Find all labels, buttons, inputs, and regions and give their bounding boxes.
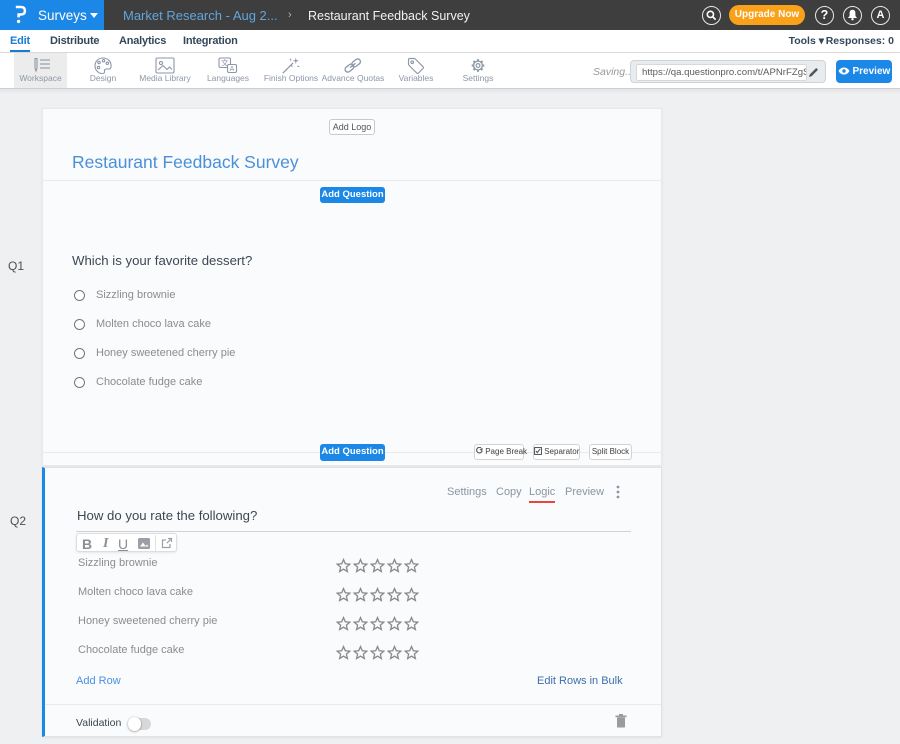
svg-text:A: A (230, 66, 235, 73)
